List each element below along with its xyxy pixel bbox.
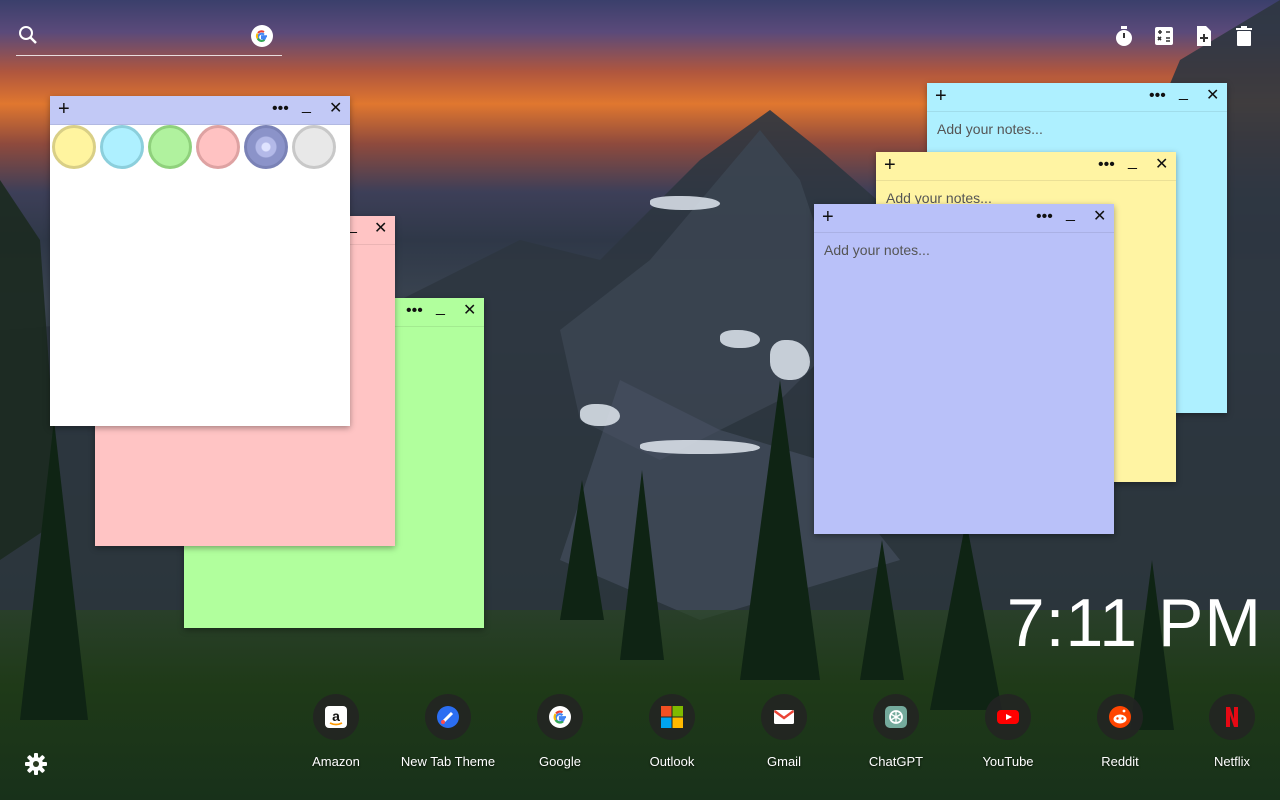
tree [20,420,88,720]
more-options-icon[interactable]: ••• [272,99,289,119]
svg-text:a: a [332,708,340,724]
minimize-icon[interactable]: _ [1179,83,1188,103]
chatgpt-icon [873,694,919,740]
tree [860,540,904,680]
minimize-icon[interactable]: _ [302,96,311,116]
gmail-icon [761,694,807,740]
settings-gear-icon[interactable] [24,752,48,776]
shortcut-label: New Tab Theme [400,754,496,769]
snow-patch [580,404,620,426]
amazon-icon: a [313,694,359,740]
add-note-icon[interactable]: + [884,154,896,176]
new-tab-theme-icon [425,694,471,740]
calculator-icon[interactable] [1152,24,1176,48]
timer-icon[interactable] [1112,24,1136,48]
shortcut-chatgpt[interactable]: ChatGPT [840,694,952,769]
toolbar [1112,24,1256,48]
close-icon[interactable]: ✕ [463,301,476,321]
new-note-icon[interactable] [1192,24,1216,48]
add-note-icon[interactable]: + [822,206,834,228]
note-header: + ••• _ ✕ [876,152,1176,181]
shortcut-amazon[interactable]: a Amazon [280,694,392,769]
shortcut-label: ChatGPT [868,754,924,769]
more-options-icon[interactable]: ••• [1149,86,1166,106]
close-icon[interactable]: ✕ [1155,155,1168,175]
close-icon[interactable]: ✕ [1093,207,1106,227]
shortcut-gmail[interactable]: Gmail [728,694,840,769]
tree [620,470,664,660]
tree [560,480,604,620]
shortcut-label: Gmail [767,754,801,769]
snow-patch [650,196,720,210]
reddit-icon [1097,694,1143,740]
note-header: + ••• _ ✕ [927,83,1227,112]
shortcut-dock: a Amazon New Tab Theme Google Outlook Gm… [280,694,1280,769]
search-input[interactable] [52,24,256,50]
sticky-note-white[interactable]: + ••• _ ✕ [50,96,350,426]
minimize-icon[interactable]: _ [1128,152,1137,172]
color-swatch-cyan[interactable] [100,125,144,169]
shortcut-label: Outlook [649,754,695,769]
note-text[interactable]: Add your notes... [824,242,1104,524]
shortcut-label: YouTube [982,754,1034,769]
clock: 7:11 PM [1006,585,1262,661]
shortcut-netflix[interactable]: Netflix [1176,694,1280,769]
more-options-icon[interactable]: ••• [1036,207,1053,227]
more-options-icon[interactable]: ••• [406,301,423,321]
close-icon[interactable]: ✕ [329,99,342,119]
shortcut-new-tab-theme[interactable]: New Tab Theme [392,694,504,769]
shortcut-outlook[interactable]: Outlook [616,694,728,769]
sticky-note-periwinkle[interactable]: + ••• _ ✕ Add your notes... [814,204,1114,534]
shortcut-label: Reddit [1101,754,1139,769]
note-header: + ••• _ ✕ [50,96,350,125]
shortcut-youtube[interactable]: YouTube [952,694,1064,769]
color-swatch-green[interactable] [148,125,192,169]
color-swatch-gray[interactable] [292,125,336,169]
shortcut-label: Amazon [312,754,360,769]
google-icon [537,694,583,740]
more-options-icon[interactable]: ••• [1098,155,1115,175]
add-note-icon[interactable]: + [58,98,70,120]
netflix-icon [1209,694,1255,740]
shortcut-label: Google [539,754,581,769]
tree [930,520,1002,710]
shortcut-label: Netflix [1213,754,1251,769]
search-bar [16,22,282,56]
google-icon[interactable] [251,25,273,47]
shortcut-google[interactable]: Google [504,694,616,769]
add-note-icon[interactable]: + [935,85,947,107]
shortcut-reddit[interactable]: Reddit [1064,694,1176,769]
search-icon[interactable] [18,25,38,45]
youtube-icon [985,694,1031,740]
minimize-icon[interactable]: _ [436,298,445,318]
close-icon[interactable]: ✕ [1206,86,1219,106]
tree [740,380,820,680]
color-palette [50,125,338,169]
color-swatch-pink[interactable] [196,125,240,169]
close-icon[interactable]: ✕ [374,219,387,239]
outlook-icon [649,694,695,740]
color-swatch-periwinkle-selected[interactable] [244,125,288,169]
snow-patch [720,330,760,348]
snow-patch [770,340,810,380]
minimize-icon[interactable]: _ [1066,204,1075,224]
color-swatch-yellow[interactable] [52,125,96,169]
note-header: + ••• _ ✕ [814,204,1114,233]
trash-icon[interactable] [1232,24,1256,48]
